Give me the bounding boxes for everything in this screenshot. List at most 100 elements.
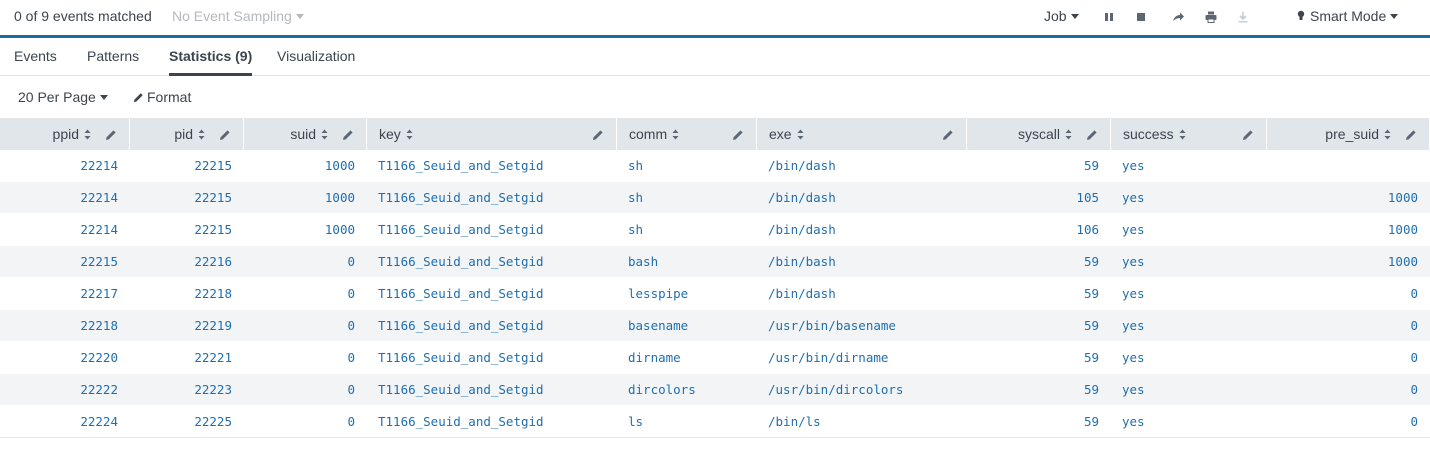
column-header-ppid[interactable]: ppid bbox=[0, 118, 130, 150]
pause-icon[interactable] bbox=[1102, 10, 1116, 24]
cell-ppid[interactable]: 22214 bbox=[0, 214, 118, 246]
cell-key[interactable]: T1166_Seuid_and_Setgid bbox=[378, 278, 617, 310]
cell-syscall[interactable]: 59 bbox=[967, 310, 1099, 342]
cell-comm[interactable]: bash bbox=[628, 246, 757, 278]
cell-ppid[interactable]: 22222 bbox=[0, 374, 118, 406]
cell-comm[interactable]: basename bbox=[628, 310, 757, 342]
cell-pre-suid[interactable]: 0 bbox=[1267, 310, 1418, 342]
tab-patterns[interactable]: Patterns bbox=[87, 48, 139, 76]
cell-pre-suid[interactable]: 0 bbox=[1267, 406, 1418, 438]
cell-pre-suid[interactable]: 1000 bbox=[1267, 214, 1418, 246]
cell-exe[interactable]: /bin/ls bbox=[768, 406, 967, 438]
column-header-success[interactable]: success bbox=[1111, 118, 1267, 150]
cell-key[interactable]: T1166_Seuid_and_Setgid bbox=[378, 150, 617, 182]
cell-suid[interactable]: 0 bbox=[244, 246, 355, 278]
cell-pre-suid[interactable]: 0 bbox=[1267, 374, 1418, 406]
search-mode-dropdown[interactable]: Smart Mode bbox=[1296, 8, 1399, 24]
cell-exe[interactable]: /usr/bin/dirname bbox=[768, 342, 967, 374]
cell-ppid[interactable]: 22220 bbox=[0, 342, 118, 374]
cell-key[interactable]: T1166_Seuid_and_Setgid bbox=[378, 406, 617, 438]
cell-success[interactable]: yes bbox=[1122, 214, 1267, 246]
cell-syscall[interactable]: 59 bbox=[967, 246, 1099, 278]
cell-pid[interactable]: 22215 bbox=[130, 214, 232, 246]
cell-suid[interactable]: 0 bbox=[244, 342, 355, 374]
cell-success[interactable]: yes bbox=[1122, 310, 1267, 342]
cell-comm[interactable]: sh bbox=[628, 150, 757, 182]
cell-syscall[interactable]: 59 bbox=[967, 278, 1099, 310]
tab-visualization[interactable]: Visualization bbox=[277, 48, 355, 76]
cell-comm[interactable]: ls bbox=[628, 406, 757, 438]
event-sampling-dropdown[interactable]: No Event Sampling bbox=[172, 8, 304, 24]
cell-success[interactable]: yes bbox=[1122, 406, 1267, 438]
cell-suid[interactable]: 0 bbox=[244, 278, 355, 310]
cell-suid[interactable]: 0 bbox=[244, 406, 355, 438]
cell-pid[interactable]: 22216 bbox=[130, 246, 232, 278]
column-header-syscall[interactable]: syscall bbox=[967, 118, 1111, 150]
cell-ppid[interactable]: 22215 bbox=[0, 246, 118, 278]
cell-pre-suid[interactable]: 0 bbox=[1267, 342, 1418, 374]
cell-syscall[interactable]: 59 bbox=[967, 342, 1099, 374]
pencil-icon[interactable] bbox=[942, 128, 954, 140]
share-icon[interactable] bbox=[1171, 10, 1185, 24]
cell-key[interactable]: T1166_Seuid_and_Setgid bbox=[378, 342, 617, 374]
cell-pid[interactable]: 22218 bbox=[130, 278, 232, 310]
pencil-icon[interactable] bbox=[1242, 128, 1254, 140]
pencil-icon[interactable] bbox=[732, 128, 744, 140]
cell-syscall[interactable]: 59 bbox=[967, 374, 1099, 406]
cell-ppid[interactable]: 22214 bbox=[0, 182, 118, 214]
cell-ppid[interactable]: 22224 bbox=[0, 406, 118, 438]
stop-icon[interactable] bbox=[1134, 10, 1148, 24]
cell-ppid[interactable]: 22214 bbox=[0, 150, 118, 182]
cell-suid[interactable]: 0 bbox=[244, 310, 355, 342]
cell-success[interactable]: yes bbox=[1122, 374, 1267, 406]
cell-syscall[interactable]: 106 bbox=[967, 214, 1099, 246]
cell-syscall[interactable]: 59 bbox=[967, 406, 1099, 438]
cell-comm[interactable]: sh bbox=[628, 182, 757, 214]
cell-comm[interactable]: dircolors bbox=[628, 374, 757, 406]
tab-events[interactable]: Events bbox=[14, 48, 57, 76]
cell-pid[interactable]: 22215 bbox=[130, 182, 232, 214]
job-menu-button[interactable]: Job bbox=[1044, 8, 1079, 24]
cell-pid[interactable]: 22225 bbox=[130, 406, 232, 438]
column-header-comm[interactable]: comm bbox=[617, 118, 757, 150]
cell-pid[interactable]: 22215 bbox=[130, 150, 232, 182]
column-header-key[interactable]: key bbox=[367, 118, 617, 150]
per-page-dropdown[interactable]: 20 Per Page bbox=[18, 89, 108, 105]
cell-success[interactable]: yes bbox=[1122, 182, 1267, 214]
cell-ppid[interactable]: 22217 bbox=[0, 278, 118, 310]
pencil-icon[interactable] bbox=[105, 128, 117, 140]
cell-exe[interactable]: /bin/dash bbox=[768, 150, 967, 182]
cell-pre-suid[interactable]: 0 bbox=[1267, 278, 1418, 310]
cell-key[interactable]: T1166_Seuid_and_Setgid bbox=[378, 310, 617, 342]
pencil-icon[interactable] bbox=[1086, 128, 1098, 140]
cell-suid[interactable]: 1000 bbox=[244, 214, 355, 246]
pencil-icon[interactable] bbox=[342, 128, 354, 140]
cell-suid[interactable]: 0 bbox=[244, 374, 355, 406]
column-header-pre-suid[interactable]: pre_suid bbox=[1267, 118, 1430, 150]
tab-statistics[interactable]: Statistics (9) bbox=[169, 48, 253, 76]
pencil-icon[interactable] bbox=[1405, 128, 1417, 140]
cell-exe[interactable]: /usr/bin/dircolors bbox=[768, 374, 967, 406]
pencil-icon[interactable] bbox=[219, 128, 231, 140]
cell-key[interactable]: T1166_Seuid_and_Setgid bbox=[378, 214, 617, 246]
cell-exe[interactable]: /usr/bin/basename bbox=[768, 310, 967, 342]
cell-exe[interactable]: /bin/dash bbox=[768, 182, 967, 214]
pencil-icon[interactable] bbox=[592, 128, 604, 140]
cell-exe[interactable]: /bin/bash bbox=[768, 246, 967, 278]
cell-exe[interactable]: /bin/dash bbox=[768, 214, 967, 246]
column-header-pid[interactable]: pid bbox=[130, 118, 244, 150]
cell-success[interactable]: yes bbox=[1122, 278, 1267, 310]
cell-comm[interactable]: sh bbox=[628, 214, 757, 246]
cell-pid[interactable]: 22221 bbox=[130, 342, 232, 374]
cell-success[interactable]: yes bbox=[1122, 150, 1267, 182]
cell-success[interactable]: yes bbox=[1122, 246, 1267, 278]
cell-syscall[interactable]: 105 bbox=[967, 182, 1099, 214]
cell-pid[interactable]: 22219 bbox=[130, 310, 232, 342]
cell-comm[interactable]: dirname bbox=[628, 342, 757, 374]
cell-key[interactable]: T1166_Seuid_and_Setgid bbox=[378, 182, 617, 214]
cell-exe[interactable]: /bin/dash bbox=[768, 278, 967, 310]
cell-success[interactable]: yes bbox=[1122, 342, 1267, 374]
cell-pre-suid[interactable]: 1000 bbox=[1267, 246, 1418, 278]
column-header-suid[interactable]: suid bbox=[244, 118, 367, 150]
cell-suid[interactable]: 1000 bbox=[244, 150, 355, 182]
